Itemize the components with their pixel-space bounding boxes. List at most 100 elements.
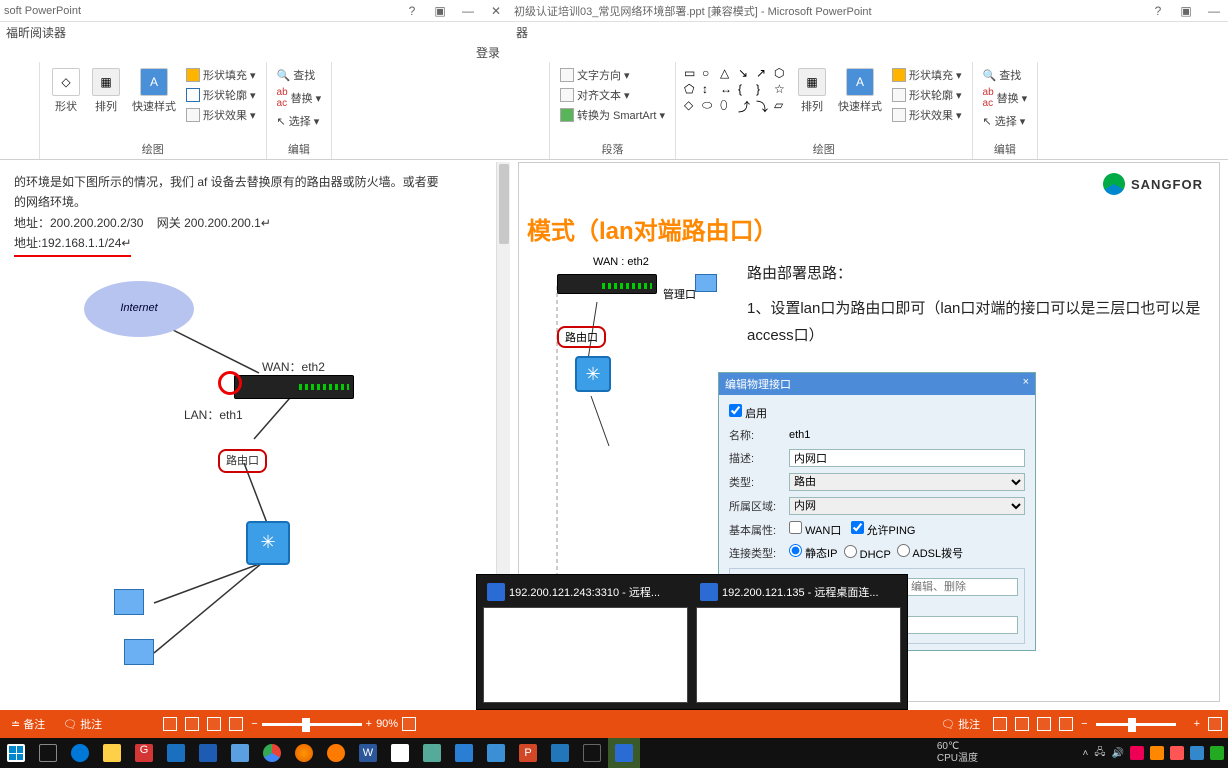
shape-outline-button[interactable]: 形状轮廓 ▾ [890, 86, 964, 104]
view-reading-icon[interactable] [207, 717, 221, 731]
login-label[interactable]: 登录 [0, 42, 510, 62]
desc-input[interactable] [789, 449, 1025, 467]
l3-switch-icon: ✳ [246, 521, 290, 565]
shape-effect-button[interactable]: 形状效果 ▾ [184, 106, 258, 124]
thumb-rdp-2[interactable]: 192.200.121.135 - 远程桌面连... [696, 581, 901, 703]
notepad-icon[interactable] [224, 738, 256, 768]
view-sorter-icon[interactable] [185, 717, 199, 731]
tray-up-icon[interactable]: ˄ [1083, 748, 1089, 759]
align-text-button[interactable]: 对齐文本 ▾ [558, 86, 667, 104]
start-button[interactable] [0, 738, 32, 768]
view-slideshow-icon[interactable] [229, 717, 243, 731]
align-center-icon[interactable] [8, 83, 24, 97]
select-button[interactable]: ↖选择 ▾ [275, 112, 324, 130]
conn-static-radio[interactable]: 静态IP [789, 544, 837, 561]
tray-icon[interactable] [1150, 746, 1164, 760]
tray-icon[interactable] [1210, 746, 1224, 760]
view-reading-icon[interactable] [1037, 717, 1051, 731]
align-icon[interactable] [518, 66, 534, 80]
system-tray[interactable]: ˄ 🖧 🔊 [1083, 738, 1224, 768]
fit-window-icon[interactable] [1208, 717, 1222, 731]
volume-icon[interactable]: 🔊 [1112, 748, 1124, 759]
wan-checkbox[interactable]: WAN口 [789, 521, 841, 538]
firefox-icon[interactable] [288, 738, 320, 768]
tray-icon[interactable] [1190, 746, 1204, 760]
app-icon[interactable]: G [128, 738, 160, 768]
thumb-rdp-1[interactable]: 192.200.121.243:3310 - 远程... [483, 581, 688, 703]
left-slide-canvas[interactable]: 的环境是如下图所示的情况，我们 af 设备去替换原有的路由器或防火墙。或者要 的… [0, 162, 510, 710]
tray-icon[interactable] [1130, 746, 1144, 760]
align-icon[interactable] [518, 83, 534, 97]
minimize-icon[interactable]: — [1204, 4, 1224, 18]
zoom-level[interactable]: 90% [376, 718, 398, 730]
align-left-icon[interactable] [8, 66, 24, 80]
shape-gallery[interactable]: ▭○△↘↗⬡ ⬠↕↔{}☆ ◇⬭⬯⤴⤵▱ [684, 66, 790, 112]
zone-select[interactable]: 内网 [789, 497, 1025, 515]
shape-outline-button[interactable]: 形状轮廓 ▾ [184, 86, 258, 104]
find-button[interactable]: 🔍查找 [981, 66, 1030, 84]
app-icon[interactable] [320, 738, 352, 768]
zoom-in-icon[interactable]: + [366, 718, 372, 730]
app-icon[interactable] [416, 738, 448, 768]
align-icon[interactable] [518, 100, 534, 114]
arrange-button[interactable]: ▦排列 [794, 66, 830, 116]
help-icon[interactable]: ? [1148, 4, 1168, 18]
left-app-title: soft PowerPoint [4, 5, 81, 17]
zoom-slider[interactable] [262, 723, 362, 726]
zoom-out-icon[interactable]: − [1081, 718, 1087, 730]
zoom-out-icon[interactable]: − [251, 718, 257, 730]
task-view-button[interactable] [32, 738, 64, 768]
edge-icon[interactable] [64, 738, 96, 768]
app-icon[interactable] [480, 738, 512, 768]
help-icon[interactable]: ? [402, 4, 422, 18]
replace-button[interactable]: abac替换 ▾ [981, 86, 1030, 110]
conn-adsl-radio[interactable]: ADSL拨号 [897, 544, 963, 561]
select-button[interactable]: ↖选择 ▾ [981, 112, 1030, 130]
find-button[interactable]: 🔍查找 [275, 66, 324, 84]
restore-icon[interactable]: ▣ [1176, 4, 1196, 18]
align-right-icon[interactable] [8, 100, 24, 114]
comments-button-r[interactable]: 🗨批注 [936, 714, 985, 734]
view-slideshow-icon[interactable] [1059, 717, 1073, 731]
chrome-icon[interactable] [256, 738, 288, 768]
shapes-button[interactable]: ◇ 形状 [48, 66, 84, 116]
type-select[interactable]: 路由 [789, 473, 1025, 491]
zoom-in-icon[interactable]: + [1194, 718, 1200, 730]
comments-button[interactable]: 🗨批注 [58, 714, 107, 734]
arrange-button[interactable]: ▦ 排列 [88, 66, 124, 116]
enable-checkbox[interactable]: 启用 [729, 404, 767, 421]
shape-fill-button[interactable]: 形状填充 ▾ [890, 66, 964, 84]
editing-group-label: 编辑 [275, 139, 324, 157]
view-sorter-icon[interactable] [1015, 717, 1029, 731]
zoom-slider[interactable] [1096, 723, 1186, 726]
text-direction-button[interactable]: 文字方向 ▾ [558, 66, 667, 84]
paint-icon[interactable] [384, 738, 416, 768]
shape-fill-button[interactable]: 形状填充 ▾ [184, 66, 258, 84]
explorer-icon[interactable] [96, 738, 128, 768]
view-normal-icon[interactable] [993, 717, 1007, 731]
dialog-close-icon[interactable]: × [1023, 376, 1029, 392]
network-icon[interactable]: 🖧 [1094, 745, 1105, 762]
view-normal-icon[interactable] [163, 717, 177, 731]
tray-icon[interactable] [1170, 746, 1184, 760]
ping-checkbox[interactable]: 允许PING [851, 521, 916, 538]
app-icon[interactable] [160, 738, 192, 768]
minimize-icon[interactable]: — [458, 4, 478, 18]
cmd-icon[interactable] [576, 738, 608, 768]
fit-window-icon[interactable] [402, 717, 416, 731]
word-icon[interactable]: W [352, 738, 384, 768]
rdp-icon[interactable] [608, 738, 640, 768]
app-icon[interactable] [544, 738, 576, 768]
app-icon[interactable] [192, 738, 224, 768]
quickstyle-button[interactable]: A快速样式 [834, 66, 886, 116]
replace-button[interactable]: abac替换 ▾ [275, 86, 324, 110]
powerpoint-icon[interactable]: P [512, 738, 544, 768]
shape-effect-button[interactable]: 形状效果 ▾ [890, 106, 964, 124]
close-icon[interactable]: ✕ [486, 4, 506, 18]
notes-button[interactable]: ≐备注 [6, 714, 50, 734]
conn-dhcp-radio[interactable]: DHCP [844, 545, 891, 561]
quickstyle-button[interactable]: A 快速样式 [128, 66, 180, 116]
restore-icon[interactable]: ▣ [430, 4, 450, 18]
smartart-button[interactable]: 转换为 SmartArt ▾ [558, 106, 667, 124]
app-icon[interactable] [448, 738, 480, 768]
